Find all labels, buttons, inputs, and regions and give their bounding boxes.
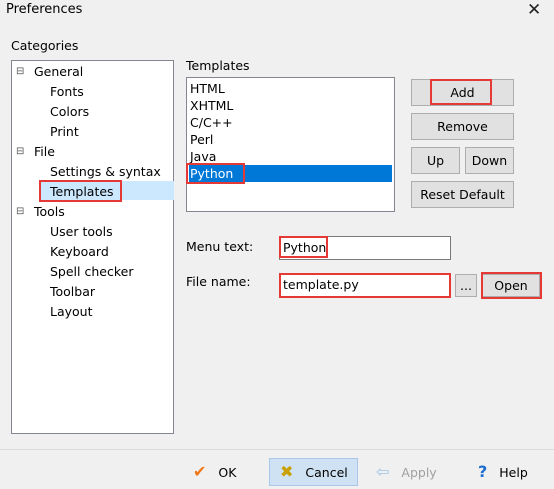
collapse-icon[interactable]: ⊟ (16, 64, 24, 80)
tree-item-templates[interactable]: Templates (50, 184, 114, 200)
tree-item-print[interactable]: Print (50, 124, 79, 140)
tree-item-layout[interactable]: Layout (50, 304, 93, 320)
categories-tree[interactable]: ⊟ General Fonts Colors Print ⊟ File Sett… (11, 60, 174, 434)
collapse-icon[interactable]: ⊟ (16, 144, 24, 160)
checkmark-icon: ✔ (193, 462, 207, 481)
file-name-input[interactable]: template.py (279, 273, 451, 297)
tree-item-colors[interactable]: Colors (50, 104, 89, 120)
tree-item-settings-syntax[interactable]: Settings & syntax (50, 164, 161, 180)
tree-item-user-tools[interactable]: User tools (50, 224, 113, 240)
help-icon: ? (478, 462, 488, 481)
tree-item-file[interactable]: File (34, 144, 55, 160)
ok-button[interactable]: ✔ OK (193, 458, 236, 486)
list-item[interactable]: XHTML (189, 97, 392, 114)
collapse-icon[interactable]: ⊟ (16, 204, 24, 220)
templates-list[interactable]: HTML XHTML C/C++ Perl Java Python (186, 77, 395, 212)
up-button[interactable]: Up (411, 147, 460, 174)
window-title: Preferences (6, 2, 83, 17)
list-item[interactable]: HTML (189, 80, 392, 97)
list-item[interactable]: Perl (189, 131, 392, 148)
down-button[interactable]: Down (465, 147, 514, 174)
categories-label: Categories (11, 38, 79, 53)
tree-item-toolbar[interactable]: Toolbar (50, 284, 95, 300)
tree-item-tools[interactable]: Tools (34, 204, 65, 220)
list-item[interactable]: Java (189, 148, 392, 165)
menu-text-label: Menu text: (186, 239, 254, 254)
footer-divider (0, 449, 554, 450)
open-button[interactable]: Open (482, 274, 540, 297)
file-name-label: File name: (186, 274, 251, 289)
ok-label: OK (218, 464, 237, 480)
browse-button[interactable]: ... (455, 274, 477, 297)
cancel-button[interactable]: ✖ Cancel (269, 458, 358, 486)
apply-arrow-icon: ⇦ (376, 462, 390, 481)
apply-button[interactable]: ⇦ Apply (376, 458, 437, 486)
reset-default-button[interactable]: Reset Default (411, 181, 514, 208)
cancel-label: Cancel (305, 464, 348, 480)
tree-item-spell-checker[interactable]: Spell checker (50, 264, 133, 280)
tree-item-keyboard[interactable]: Keyboard (50, 244, 109, 260)
menu-text-input[interactable]: Python (279, 236, 451, 260)
list-item-selected[interactable]: Python (189, 165, 392, 182)
help-label: Help (499, 464, 528, 480)
tree-item-general[interactable]: General (34, 64, 83, 80)
tree-item-fonts[interactable]: Fonts (50, 84, 84, 100)
close-icon[interactable]: ✕ (527, 0, 541, 20)
cancel-x-icon: ✖ (280, 462, 294, 481)
templates-label: Templates (186, 58, 250, 73)
remove-button[interactable]: Remove (411, 113, 514, 140)
add-button[interactable]: Add (411, 79, 514, 106)
help-button[interactable]: ? Help (478, 458, 528, 486)
list-item[interactable]: C/C++ (189, 114, 392, 131)
apply-label: Apply (401, 464, 437, 480)
